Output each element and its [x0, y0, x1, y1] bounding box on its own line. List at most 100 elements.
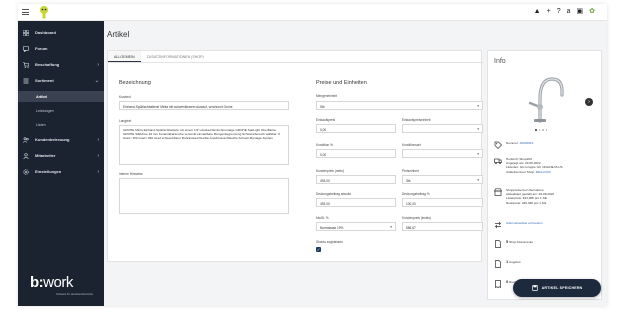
dropdown-icon: ▾	[477, 152, 479, 156]
cart-icon	[23, 61, 29, 68]
nav-label: Einstellungen	[35, 169, 62, 174]
info-title: Info	[494, 58, 506, 65]
nav-sub-label: Leistungen	[36, 108, 54, 113]
dropdown-icon: ▾	[390, 225, 392, 229]
account-icon[interactable]: a	[567, 8, 571, 16]
kondition-label: Kondition %	[316, 143, 334, 147]
angebot-count: 1	[506, 259, 509, 264]
info-dokumente[interactable]: 5 Shop Dokumente	[494, 239, 594, 248]
nummer-link[interactable]: 30000016	[520, 141, 534, 145]
hints-textarea[interactable]	[119, 178, 289, 214]
save-article-label: ARTIKEL SPEICHERN	[541, 286, 583, 290]
langtext-textarea[interactable]: GROHE Minta Einhand-Spültischbatterie mi…	[119, 125, 289, 165]
db-abs-input[interactable]: 493,00	[316, 198, 396, 207]
angebot-text: 1 Angebot	[506, 259, 520, 264]
nav-sub-listen[interactable]: Listen	[18, 119, 104, 130]
nav-label: Dashboard	[35, 30, 56, 35]
info-alternativen: Alternativartikel vorhanden	[494, 221, 594, 229]
mwst-label: MwSt. %	[316, 216, 329, 220]
nav-beschaffung[interactable]: Beschaffung ›	[18, 59, 104, 70]
ekpe-select[interactable]: ▾	[402, 124, 483, 133]
shop-article-link[interactable]: MES-F200	[536, 170, 551, 174]
nav-sub-leistungen[interactable]: Leistungen	[18, 105, 104, 116]
nav-dashboard[interactable]: Dashboard	[18, 27, 104, 38]
einkaufspreis-label: Einkaufspreis	[316, 118, 336, 122]
save-icon	[531, 285, 538, 291]
truck-icon	[494, 158, 502, 165]
kurztext-label: Kurztext	[119, 95, 131, 99]
tab-allgemein[interactable]: ALLGEMEIN	[108, 51, 141, 62]
info-herkunft: Herkunft: Shop200 Angelegt am: 29.08.202…	[494, 157, 594, 177]
nav-mitarbeiter[interactable]: Mitarbeiter ›	[18, 150, 104, 161]
dropdown-icon: ▾	[477, 178, 479, 182]
save-article-button[interactable]: ARTIKEL SPEICHERN	[513, 279, 601, 297]
tag-icon	[494, 141, 502, 149]
nav-sortiment[interactable]: Sortiment ⌄	[18, 75, 104, 86]
konditionsart-select[interactable]: ▾	[402, 149, 483, 158]
kondition-input[interactable]: 0,00	[316, 149, 396, 158]
info-panel: Info › Nummer: 30000016 Herkunft: Shop20…	[487, 50, 602, 300]
alternatives-link[interactable]: Alternativartikel vorhanden	[506, 221, 543, 225]
db-pct-input[interactable]: 100,00	[402, 198, 483, 207]
kp-brutto-input[interactable]: 586,67	[402, 222, 483, 231]
section-bezeichnung: Bezeichnung	[119, 80, 151, 86]
plus-icon[interactable]: +	[547, 8, 551, 16]
konditionsart-label: Konditionsart	[402, 143, 421, 147]
shop-line: Listenpreis: 493,00€ pro 1 Stk	[506, 196, 548, 201]
nav-sub-label: Listen	[36, 122, 46, 127]
bell-icon[interactable]: ▲	[534, 8, 541, 16]
nav-kundenbetreuung[interactable]: Kundenbetreuung ›	[18, 134, 104, 145]
nav-label: Beschaffung	[35, 62, 60, 67]
docs-count: 5	[506, 239, 509, 244]
preiseinheit-value: Stk	[406, 178, 411, 183]
nav-label: Forum	[35, 46, 48, 51]
dropdown-icon: ▾	[477, 104, 479, 108]
tab-bar: ALLGEMEIN ZUSATZINFORMATIONEN (SHOP)	[108, 51, 483, 63]
image-carousel-dots	[535, 129, 547, 131]
grid-icon	[23, 29, 29, 36]
info-angebot[interactable]: 1 Angebot	[494, 259, 594, 268]
shop-line: Nettopreis: 246,34€ pro 1 Stk	[506, 200, 547, 205]
nav-einstellungen[interactable]: Einstellungen ›	[18, 166, 104, 177]
section-preise: Preise und Einheiten	[316, 80, 367, 86]
skonto-checkbox[interactable]: ✓	[316, 247, 321, 252]
skonto-label: Skonto zugelassen	[316, 240, 343, 244]
mengeneinheit-select[interactable]: Stk ▾	[316, 101, 483, 110]
tab-zusatzinfo-shop[interactable]: ZUSATZINFORMATIONEN (SHOP)	[141, 51, 210, 62]
top-icons: ▲ + ? a ▣ ✿	[534, 8, 595, 16]
mascot-icon[interactable]: ✿	[589, 8, 595, 16]
app-logo	[40, 6, 48, 19]
kundenpreis-label: Kundenpreis (netto)	[316, 169, 344, 173]
image-next-button[interactable]: ›	[585, 98, 593, 106]
chat-icon	[23, 45, 29, 52]
herkunft-text: Herkunft: Shop200 Angelegt am: 29.08.202…	[506, 157, 563, 174]
nav-sub-label: Artikel	[36, 94, 48, 99]
article-form-card: ALLGEMEIN ZUSATZINFORMATIONEN (SHOP) Bez…	[107, 50, 483, 262]
docs-text: 5 Shop Dokumente	[506, 239, 533, 244]
nav-sub-artikel[interactable]: Artikel	[18, 91, 104, 102]
menu-icon[interactable]	[22, 9, 29, 15]
cart-icon[interactable]: ▣	[577, 8, 584, 16]
nav-forum[interactable]: Forum	[18, 43, 104, 54]
preiseinheit-select[interactable]: Stk ▾	[402, 175, 483, 184]
kurztext-input[interactable]: Einhand-Spültischbatterie Minta mit schw…	[119, 101, 289, 110]
top-bar: ▲ + ? a ▣ ✿	[18, 4, 607, 21]
brand-tagline: Software für Handwerksbetriebe	[56, 293, 94, 296]
kundenpreis-input[interactable]: 493,00	[316, 175, 396, 184]
brand-logo: b:work	[30, 274, 73, 291]
document-icon	[495, 240, 501, 248]
mwst-select[interactable]: Normalsatz 19% ▾	[316, 222, 396, 231]
chevron-right-icon: ›	[97, 136, 99, 143]
people-icon	[23, 136, 29, 143]
person-icon	[23, 152, 29, 159]
receipt-icon	[495, 280, 501, 288]
info-shoppreise: Shoppreise bei Übernahme Aktualisiert ge…	[494, 188, 594, 208]
mengeneinheit-label: Mengeneinheit	[316, 94, 337, 98]
db-pct-label: Deckungsbeitrag %	[402, 192, 430, 196]
herkunft-line: Artikelnummer Shop:	[506, 169, 535, 174]
app-window: ▲ + ? a ▣ ✿ Dashboard Forum Beschaffung …	[18, 4, 607, 306]
brand-work: work	[43, 274, 73, 291]
help-icon[interactable]: ?	[557, 8, 561, 16]
kp-brutto-label: Kundenpreis (brutto)	[402, 216, 432, 220]
einkaufspreis-input[interactable]: 0,00	[316, 124, 396, 133]
